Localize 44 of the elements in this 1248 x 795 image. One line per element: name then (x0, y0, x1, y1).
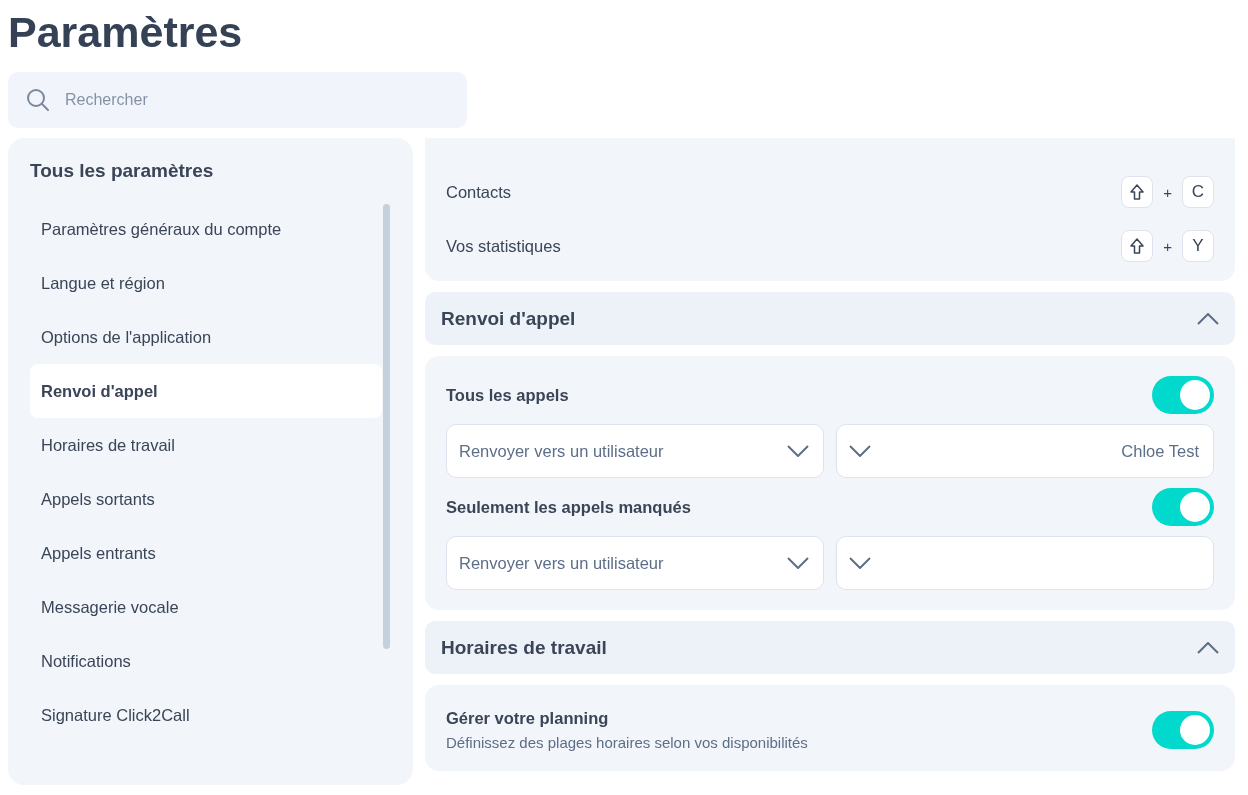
scrollbar[interactable] (383, 204, 390, 649)
planning-label: Gérer votre planning (446, 709, 610, 728)
rule-label: Seulement les appels manqués (446, 497, 691, 517)
search-field[interactable]: Rechercher (8, 72, 467, 128)
sidebar-item[interactable]: Options de l'application (30, 310, 382, 364)
toggle-switch[interactable] (1152, 488, 1214, 526)
search-icon (26, 88, 50, 112)
sidebar-item[interactable]: Horaires de travail (30, 418, 382, 472)
rule-label: Tous les appels (446, 385, 569, 405)
sidebar-item[interactable]: Appels entrants (30, 526, 382, 580)
section-title: Horaires de travail (441, 636, 607, 659)
shift-icon (1130, 238, 1145, 254)
chevron-up-icon (1197, 312, 1219, 325)
sidebar-item[interactable]: Messagerie vocale (30, 580, 382, 634)
shortcut-label: Vos statistiques (446, 236, 561, 256)
sidebar-item[interactable]: Paramètres généraux du compte (30, 202, 382, 256)
sidebar-item[interactable]: Notifications (30, 634, 382, 688)
page-title: Paramètres (8, 7, 244, 58)
user-dropdown[interactable] (836, 536, 1214, 590)
chevron-up-icon (1197, 641, 1219, 654)
sidebar-heading: Tous les paramètres (30, 160, 215, 182)
shift-icon (1130, 184, 1145, 200)
letter-key: C (1182, 176, 1214, 208)
sidebar-item[interactable]: Appels sortants (30, 472, 382, 526)
letter-key: Y (1182, 230, 1214, 262)
section-header[interactable]: Horaires de travail (425, 621, 1235, 674)
forward-type-dropdown[interactable]: Renvoyer vers un utilisateur (446, 424, 824, 478)
plus-sign: + (1163, 237, 1172, 255)
toggle-switch[interactable] (1152, 376, 1214, 414)
sidebar-item[interactable]: Renvoi d'appel (30, 364, 382, 418)
chevron-down-icon (787, 445, 809, 457)
plus-sign: + (1163, 183, 1172, 201)
section-title: Renvoi d'appel (441, 307, 576, 330)
sidebar-item[interactable]: Langue et région (30, 256, 382, 310)
chevron-down-icon (849, 557, 871, 569)
chevron-down-icon (787, 557, 809, 569)
chevron-down-icon (849, 445, 871, 457)
section-header[interactable]: Renvoi d'appel (425, 292, 1235, 345)
shortcut-label: Contacts (446, 182, 512, 202)
forward-type-dropdown[interactable]: Renvoyer vers un utilisateur (446, 536, 824, 590)
sidebar-item[interactable]: Signature Click2Call (30, 688, 382, 742)
toggle-switch[interactable] (1152, 711, 1214, 749)
user-dropdown[interactable]: Chloe Test (836, 424, 1214, 478)
planning-description: Définissez des plages horaires selon vos disponibilités (446, 734, 808, 751)
